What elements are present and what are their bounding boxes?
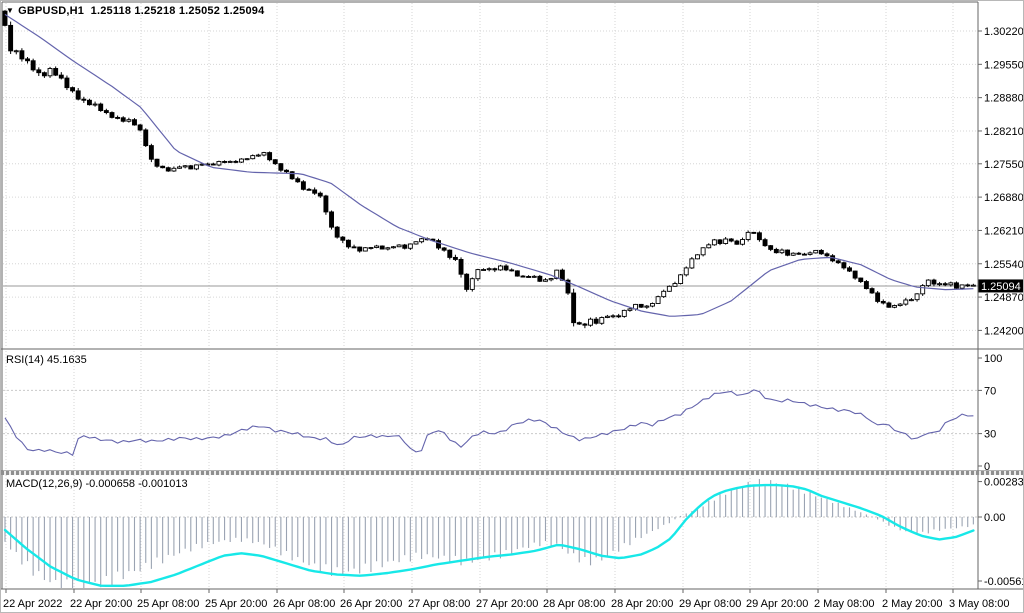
ohlc-values: 1.25118 1.25218 1.25052 1.25094 bbox=[91, 5, 265, 17]
macd-indicator-label: MACD(12,26,9) -0.000658 -0.001013 bbox=[6, 478, 188, 490]
chart-canvas[interactable]: 1.302201.295501.288801.282101.275501.268… bbox=[1, 1, 1024, 613]
panel-splitter-handle[interactable] bbox=[1, 471, 1024, 475]
rsi-indicator-label: RSI(14) 45.1635 bbox=[6, 354, 87, 366]
symbol-title: GBPUSD,H1 bbox=[18, 5, 84, 17]
price-axis[interactable] bbox=[976, 1, 1023, 589]
time-axis[interactable] bbox=[1, 589, 1024, 613]
chart-header: ▼ GBPUSD,H1 1.25118 1.25218 1.25052 1.250… bbox=[6, 5, 264, 17]
chart-background bbox=[1, 1, 1024, 613]
symbol-dropdown-icon[interactable]: ▼ bbox=[6, 6, 14, 15]
trading-chart-window: 1.302201.295501.288801.282101.275501.268… bbox=[0, 0, 1024, 613]
